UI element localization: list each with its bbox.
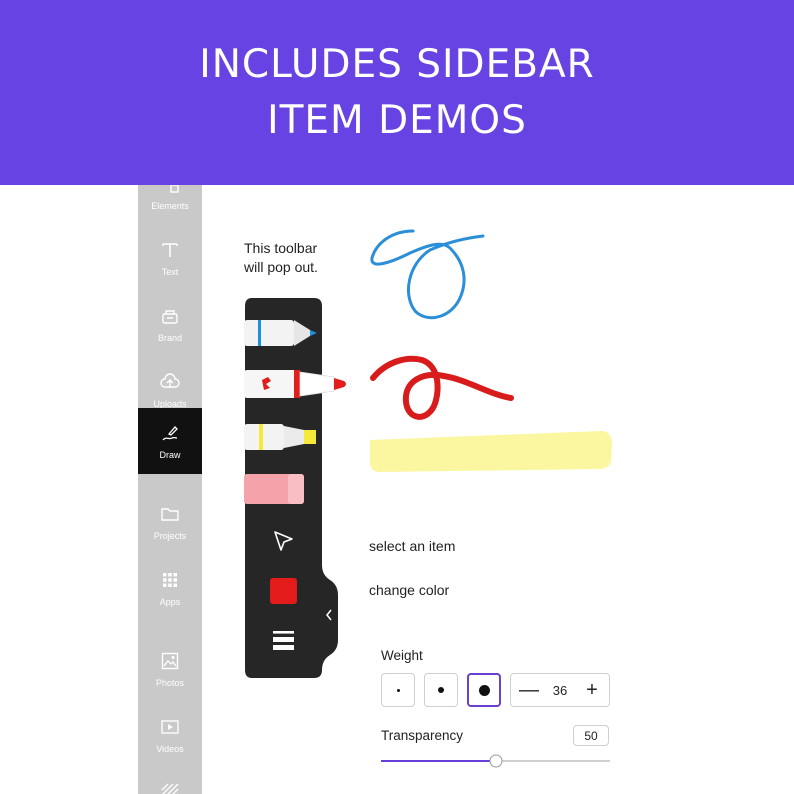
weight-label: Weight	[381, 648, 423, 663]
highlighter-icon	[244, 424, 316, 450]
weight-stepper: — 36 +	[510, 673, 610, 707]
red-marker-stroke	[370, 355, 514, 420]
eraser-icon	[244, 474, 304, 504]
eraser-tool[interactable]	[244, 474, 306, 506]
medium-dot-icon	[438, 687, 444, 693]
menu-icon	[273, 631, 294, 650]
pen-tool[interactable]	[244, 316, 318, 352]
chevron-left-icon	[326, 609, 332, 621]
collapse-toolbar-button[interactable]	[323, 608, 335, 622]
weight-large-button[interactable]	[467, 673, 501, 707]
weight-value[interactable]: 36	[553, 683, 567, 698]
small-dot-icon	[396, 688, 400, 692]
highlighter-tool[interactable]	[244, 421, 318, 453]
marker-icon	[244, 370, 346, 398]
decrease-weight-button[interactable]: —	[519, 680, 539, 700]
toolbar-menu[interactable]	[272, 630, 296, 652]
color-swatch[interactable]	[270, 578, 297, 604]
pen-icon	[244, 320, 317, 346]
large-dot-icon	[478, 684, 490, 696]
slider-thumb	[489, 754, 503, 768]
transparency-value[interactable]: 50	[573, 725, 609, 746]
marker-tool[interactable]	[244, 368, 352, 400]
select-arrow-icon	[274, 531, 293, 551]
transparency-slider[interactable]	[381, 754, 610, 768]
transparency-label: Transparency	[381, 728, 464, 743]
weight-medium-button[interactable]	[424, 673, 458, 707]
blue-pen-stroke	[370, 229, 485, 320]
increase-weight-button[interactable]: +	[583, 680, 601, 700]
weight-small-button[interactable]	[381, 673, 415, 707]
yellow-highlighter-stroke	[370, 430, 612, 472]
select-tool[interactable]	[271, 529, 297, 555]
